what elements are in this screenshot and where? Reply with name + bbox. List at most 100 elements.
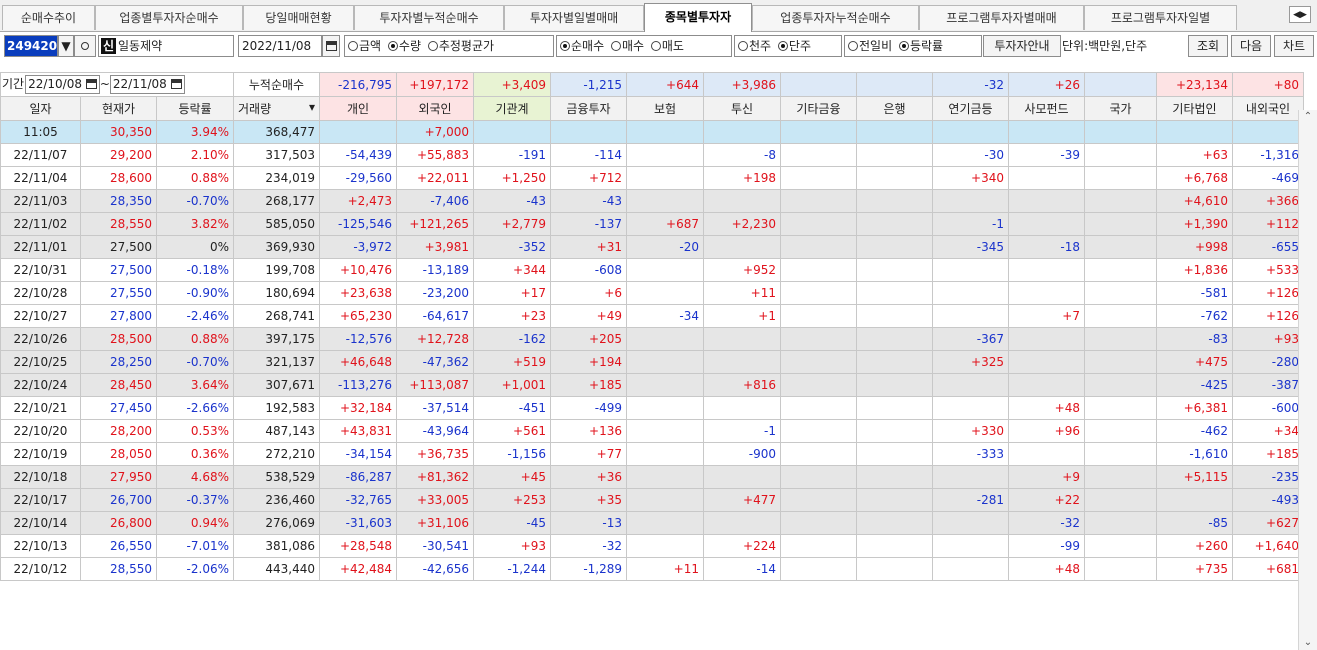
cell-pension (932, 534, 1009, 558)
table-row[interactable]: 22/10/26 28,500 0.88% 397,175 -12,576 +12,728… (0, 327, 1304, 351)
table-row[interactable]: 22/10/19 28,050 0.36% 272,210 -34,154 +36,735… (0, 442, 1304, 466)
table-row[interactable]: 22/11/07 29,200 2.10% 317,503 -54,439 +55,883… (0, 143, 1304, 167)
cell-other-finance (780, 557, 857, 581)
scroll-up-icon[interactable]: ⌃ (1299, 110, 1317, 124)
radio-prev-diff[interactable] (848, 41, 858, 51)
cell-financial-invest: -32 (550, 534, 627, 558)
table-row[interactable]: 22/10/27 27,800 -2.46% 268,741 +65,230 -64,61… (0, 304, 1304, 328)
radio-single-shares[interactable] (777, 41, 788, 51)
tab-sector-investor-net-buy[interactable]: 업종별투자자순매수 (95, 5, 243, 30)
tab-stock-investor[interactable]: 종목별투자자 (644, 3, 752, 32)
col-header-volume[interactable]: 거래량 ▾ (233, 96, 320, 121)
table-row[interactable]: 11:05 30,350 3.94% 368,477 +7,000 (0, 120, 1304, 144)
cell-volume: 538,529 (233, 465, 320, 489)
table-row[interactable]: 22/11/01 27,500 0% 369,930 -3,972 +3,981 -352 +… (0, 235, 1304, 259)
radio-amount-label: 금액 (359, 39, 382, 53)
period-to-input[interactable]: 22/11/08 (109, 75, 185, 94)
radio-avg-price[interactable] (427, 41, 438, 51)
table-row[interactable]: 22/10/17 26,700 -0.37% 236,460 -32,765 +33,00… (0, 488, 1304, 512)
tab-scroll-arrows-icon[interactable]: ◀▶ (1289, 6, 1311, 23)
cumulative-row: 기간 22/10/08 ~22/11/08 누적순매수 -216,795 +197… (0, 72, 1304, 97)
cell-private-fund (1008, 166, 1085, 190)
code-dropdown-button[interactable]: ▼ (58, 35, 74, 57)
query-button[interactable]: 조회 (1188, 35, 1228, 57)
table-row[interactable]: 22/11/04 28,600 0.88% 234,019 -29,560 +22,011… (0, 166, 1304, 190)
cell-private-fund: +48 (1008, 557, 1085, 581)
date-picker-button[interactable] (322, 35, 340, 57)
cell-financial-invest: +31 (550, 235, 627, 259)
cell-other-corp: -85 (1156, 511, 1233, 535)
stock-code-input[interactable]: 249420 (4, 35, 58, 57)
tab-net-buy-trend[interactable]: 순매수추이 (2, 5, 95, 30)
cell-nation (1084, 419, 1157, 443)
table-row[interactable]: 22/10/14 26,800 0.94% 276,069 -31,603 +31,106… (0, 511, 1304, 535)
cell-price: 28,350 (80, 189, 157, 213)
cell-other-finance (780, 143, 857, 167)
tab-sector-investor-cumulative[interactable]: 업종투자자누적순매수 (752, 5, 919, 30)
cum-bank (856, 72, 933, 97)
col-header-institution: 기관계 (473, 96, 551, 121)
table-row[interactable]: 22/11/02 28,550 3.82% 585,050 -125,546 +121,2… (0, 212, 1304, 236)
cell-private-fund: +22 (1008, 488, 1085, 512)
cell-domestic-foreign: -387 (1232, 373, 1304, 397)
calendar-icon[interactable] (85, 79, 97, 89)
chart-button[interactable]: 차트 (1274, 35, 1314, 57)
table-row[interactable]: 22/10/12 28,550 -2.06% 443,440 +42,484 -42,65… (0, 557, 1304, 581)
radio-sell[interactable] (650, 41, 661, 51)
table-row[interactable]: 22/10/13 26,550 -7.01% 381,086 +28,548 -30,54… (0, 534, 1304, 558)
cell-foreign: -42,656 (396, 557, 474, 581)
cell-trust (703, 189, 781, 213)
cell-date: 22/10/27 (0, 304, 81, 328)
tab-program-investor-daily[interactable]: 프로그램투자자일별 (1084, 5, 1237, 30)
table-row[interactable]: 22/10/28 27,550 -0.90% 180,694 +23,638 -23,20… (0, 281, 1304, 305)
cell-financial-invest: +136 (550, 419, 627, 443)
cell-private-fund (1008, 442, 1085, 466)
cell-trust (703, 235, 781, 259)
cell-institution: +1,001 (473, 373, 551, 397)
table-row[interactable]: 22/10/20 28,200 0.53% 487,143 +43,831 -43,964… (0, 419, 1304, 443)
table-row[interactable]: 22/10/18 27,950 4.68% 538,529 -86,287 +81,362… (0, 465, 1304, 489)
stock-name-field[interactable]: 신 일동제약 (98, 35, 234, 57)
tab-investor-daily[interactable]: 투자자별일별매매 (504, 5, 644, 30)
search-button[interactable] (74, 35, 96, 57)
radio-buy[interactable] (610, 41, 621, 51)
cell-other-corp: -83 (1156, 327, 1233, 351)
period-from-input[interactable]: 22/10/08 (25, 75, 100, 94)
radio-amount[interactable] (348, 41, 358, 51)
table-row[interactable]: 22/10/25 28,250 -0.70% 321,137 +46,648 -47,36… (0, 350, 1304, 374)
cell-other-corp: +260 (1156, 534, 1233, 558)
radio-quantity[interactable] (387, 41, 398, 51)
radio-change-rate[interactable] (898, 41, 909, 51)
table-row[interactable]: 22/10/24 28,450 3.64% 307,671 -113,276 +113,0… (0, 373, 1304, 397)
cell-change-rate: 0.88% (156, 166, 234, 190)
next-button[interactable]: 다음 (1231, 35, 1271, 57)
cell-financial-invest (550, 120, 627, 144)
cell-trust: +816 (703, 373, 781, 397)
scroll-down-icon[interactable]: ⌄ (1299, 636, 1317, 650)
cell-foreign: +113,087 (396, 373, 474, 397)
investor-guide-button[interactable]: 투자자안내 (983, 35, 1061, 57)
table-row[interactable]: 22/10/21 27,450 -2.66% 192,583 +32,184 -37,51… (0, 396, 1304, 420)
cell-bank (856, 488, 933, 512)
cell-price: 26,800 (80, 511, 157, 535)
tab-program-investor-trading[interactable]: 프로그램투자자별매매 (919, 5, 1084, 30)
table-row[interactable]: 22/11/03 28,350 -0.70% 268,177 +2,473 -7,406-… (0, 189, 1304, 213)
radio-net-buy[interactable] (560, 41, 570, 51)
tab-investor-cumulative[interactable]: 투자자별누적순매수 (354, 5, 504, 30)
col-header-individual: 개인 (319, 96, 397, 121)
cell-institution: -43 (473, 189, 551, 213)
cell-other-finance (780, 258, 857, 282)
cell-individual: +43,831 (319, 419, 397, 443)
vertical-scrollbar[interactable]: ⌃ ⌄ (1298, 110, 1317, 650)
cell-other-finance (780, 212, 857, 236)
volume-dropdown-icon[interactable]: ▾ (309, 100, 315, 114)
table-row[interactable]: 22/10/31 27,500 -0.18% 199,708 +10,476 -13,18… (0, 258, 1304, 282)
calendar-icon[interactable] (170, 79, 182, 89)
radio-thousand-shares[interactable] (738, 41, 748, 51)
cell-change-rate: -0.18% (156, 258, 234, 282)
cell-other-corp: +6,381 (1156, 396, 1233, 420)
date-input[interactable]: 2022/11/08 (238, 35, 322, 57)
tab-today-trading[interactable]: 당일매매현황 (243, 5, 354, 30)
cell-financial-invest: +35 (550, 488, 627, 512)
cell-foreign: +12,728 (396, 327, 474, 351)
